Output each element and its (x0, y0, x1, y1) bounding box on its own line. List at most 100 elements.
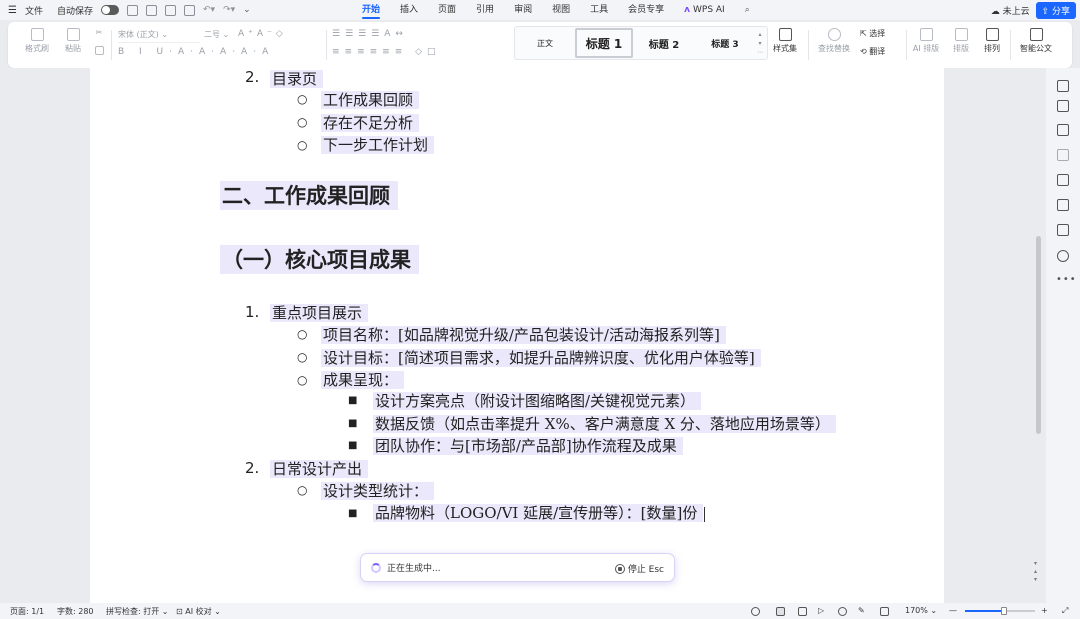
ribbon-home: 格式刷 粘贴 ✂ 宋体 (正文) ⌄ 二号 ⌄ A⁺A⁻◇ B I U·A·A·… (8, 22, 1072, 68)
tab-insert[interactable]: 插入 (390, 0, 428, 20)
list-item[interactable]: 品牌物料（LOGO/VI 延展/宣传册等）：[数量]份 (373, 502, 706, 523)
menu-bar: ☰ 文件 自动保存 ↶▾ ↷▾ ⌄ 开始 插入 页面 引用 审阅 视图 工具 会… (0, 0, 1080, 20)
tab-home[interactable]: 开始 (352, 0, 390, 20)
text-cursor (704, 506, 706, 522)
subsection-heading[interactable]: （一）核心项目成果 (220, 244, 419, 274)
font-size-adjust[interactable]: A⁺A⁻◇ (238, 29, 287, 39)
cut-button[interactable]: ✂ (92, 28, 106, 37)
list-item[interactable]: 重点项目展示 (270, 302, 369, 323)
list-item[interactable]: 团队协作：与[市场部/产品部]协作流程及成果 (373, 435, 683, 456)
fullscreen-icon[interactable]: ⤢ (1062, 606, 1068, 616)
list-item[interactable]: 设计方案亮点（附设计图缩略图/关键视觉元素） (373, 390, 702, 411)
select-button[interactable]: ⇱ 选择 (860, 28, 900, 39)
subsection-heading-text: （一）核心项目成果 (220, 245, 419, 274)
more-icon[interactable]: ••• (1056, 274, 1077, 285)
fit-icon[interactable] (880, 607, 889, 616)
ai-proofread-button[interactable]: ⊡ AI 校对 ⌄ (176, 606, 221, 617)
zoom-in-button[interactable]: + (1041, 606, 1048, 615)
sparkle-icon[interactable] (1057, 224, 1069, 236)
toc-item[interactable]: 工作成果回顾 (321, 89, 420, 110)
save-icon[interactable] (127, 4, 138, 16)
tab-view[interactable]: 视图 (542, 0, 580, 20)
font-size-select[interactable]: 二号 ⌄ (204, 29, 234, 43)
page-view-icon[interactable] (776, 607, 785, 616)
hamburger-icon[interactable]: ☰ (8, 5, 17, 16)
vertical-scrollbar[interactable] (1036, 236, 1041, 434)
adjust-icon[interactable] (1057, 149, 1069, 161)
tab-review[interactable]: 审阅 (504, 0, 542, 20)
list-item[interactable]: 设计目标：[简述项目需求，如提升品牌辨识度、优化用户体验等] (321, 347, 761, 368)
word-count[interactable]: 字数: 280 (57, 606, 94, 617)
list-item[interactable]: 项目名称：[如品牌视觉升级/产品包装设计/活动海报系列等] (321, 324, 726, 345)
toc-title[interactable]: 目录页 (270, 68, 324, 89)
zoom-slider-knob[interactable] (1001, 607, 1007, 615)
edit-icon[interactable] (1057, 100, 1069, 112)
tab-references[interactable]: 引用 (466, 0, 504, 20)
document-area[interactable]: 2. 目录页 ○ 工作成果回顾 ○ 存在不足分析 ○ 下一步工作计划 二、工作成… (0, 68, 1046, 603)
zoom-out-button[interactable]: — (949, 606, 957, 615)
list-number: 2. (245, 459, 260, 477)
chevron-down-icon[interactable]: ⌄ (243, 5, 251, 15)
page-count[interactable]: 页面: 1/1 (10, 606, 44, 617)
align-format-row[interactable]: ≡≡≡≡≡≡ ◇□ (332, 47, 441, 57)
style-set-button[interactable]: 样式集 (768, 28, 802, 54)
stop-button[interactable]: 停止 Esc (614, 562, 664, 575)
section-heading[interactable]: 二、工作成果回顾 (220, 180, 398, 210)
print-icon[interactable] (165, 4, 176, 16)
list-item[interactable]: 数据反馈（如点击率提升 X%、客户满意度 X 分、落地应用场景等） (373, 413, 836, 434)
image-icon[interactable] (1057, 199, 1069, 211)
cloud-status[interactable]: ☁ 未上云 (991, 4, 1030, 17)
tools-icon[interactable] (1057, 174, 1069, 186)
toc-item[interactable]: 存在不足分析 (321, 112, 420, 133)
style-body[interactable]: 正文 (515, 28, 575, 58)
style-heading-1[interactable]: 标题 1 (575, 28, 633, 58)
arrange-button[interactable]: 排列 (978, 28, 1006, 54)
autosave-label: 自动保存 (56, 6, 93, 17)
file-menu[interactable]: 文件 (25, 4, 43, 17)
list-item[interactable]: 日常设计产出 (270, 458, 369, 479)
list-item[interactable]: 设计类型统计： (321, 480, 435, 501)
zoom-select[interactable]: 170% ⌄ (905, 606, 937, 615)
web-view-icon[interactable] (838, 607, 847, 616)
list-number: 1. (245, 303, 260, 321)
paste-button[interactable]: 粘贴 (58, 28, 88, 54)
zoom-slider[interactable] (965, 607, 1035, 615)
eye-icon[interactable] (751, 607, 760, 616)
ai-layout-button[interactable]: AI 排版 (910, 28, 942, 54)
copy-button[interactable] (92, 46, 106, 57)
font-format-row[interactable]: B I U·A·A·A·A·A (118, 47, 274, 57)
spellcheck-toggle[interactable]: 拼写检查: 打开 ⌄ (106, 606, 169, 617)
ai-proof-icon: ⊡ (176, 607, 183, 616)
format-painter-button[interactable]: 格式刷 (22, 28, 52, 54)
tab-member[interactable]: 会员专享 (618, 0, 674, 20)
play-icon[interactable]: ▷ (818, 606, 824, 615)
list-item[interactable]: 成果呈现： (321, 369, 405, 390)
outline-view-icon[interactable] (798, 607, 807, 616)
export-icon[interactable] (146, 4, 157, 16)
expand-icon[interactable] (1057, 80, 1069, 92)
smart-doc-button[interactable]: 智能公文 (1014, 28, 1058, 54)
layout-button[interactable]: 排版 (946, 28, 976, 54)
document-page[interactable]: 2. 目录页 ○ 工作成果回顾 ○ 存在不足分析 ○ 下一步工作计划 二、工作成… (90, 68, 944, 603)
font-name-select[interactable]: 宋体 (正文) ⌄ (118, 29, 200, 43)
search-icon[interactable]: ⌕ (735, 0, 760, 20)
select-cursor-icon[interactable] (1057, 124, 1069, 136)
undo-icon[interactable]: ↶▾ (203, 5, 215, 15)
share-button[interactable]: ⇪ 分享 (1035, 2, 1076, 19)
tab-page[interactable]: 页面 (428, 0, 466, 20)
redo-icon[interactable]: ↷▾ (223, 5, 235, 15)
autosave-toggle[interactable] (101, 5, 119, 15)
toc-item[interactable]: 下一步工作计划 (321, 134, 435, 155)
pen-icon[interactable]: ✎ (858, 606, 865, 615)
preview-icon[interactable] (184, 4, 195, 16)
tab-wps-ai[interactable]: ʌ WPS AI (674, 0, 735, 20)
scroll-down-icons[interactable]: ▾ ▴ ▾ (1034, 560, 1037, 584)
find-replace-button[interactable]: 查找替换 (814, 28, 854, 54)
list-format-row[interactable]: ☰☰☰☰A↔ (332, 29, 408, 39)
translate-button[interactable]: ⟲ 翻译 (860, 46, 900, 57)
style-heading-3[interactable]: 标题 3 (695, 28, 755, 58)
help-icon[interactable] (1057, 250, 1069, 262)
tab-tools[interactable]: 工具 (580, 0, 618, 20)
style-heading-2[interactable]: 标题 2 (633, 28, 695, 58)
style-gallery-scroll[interactable]: ▴ ▾ ⋯ (755, 30, 765, 57)
